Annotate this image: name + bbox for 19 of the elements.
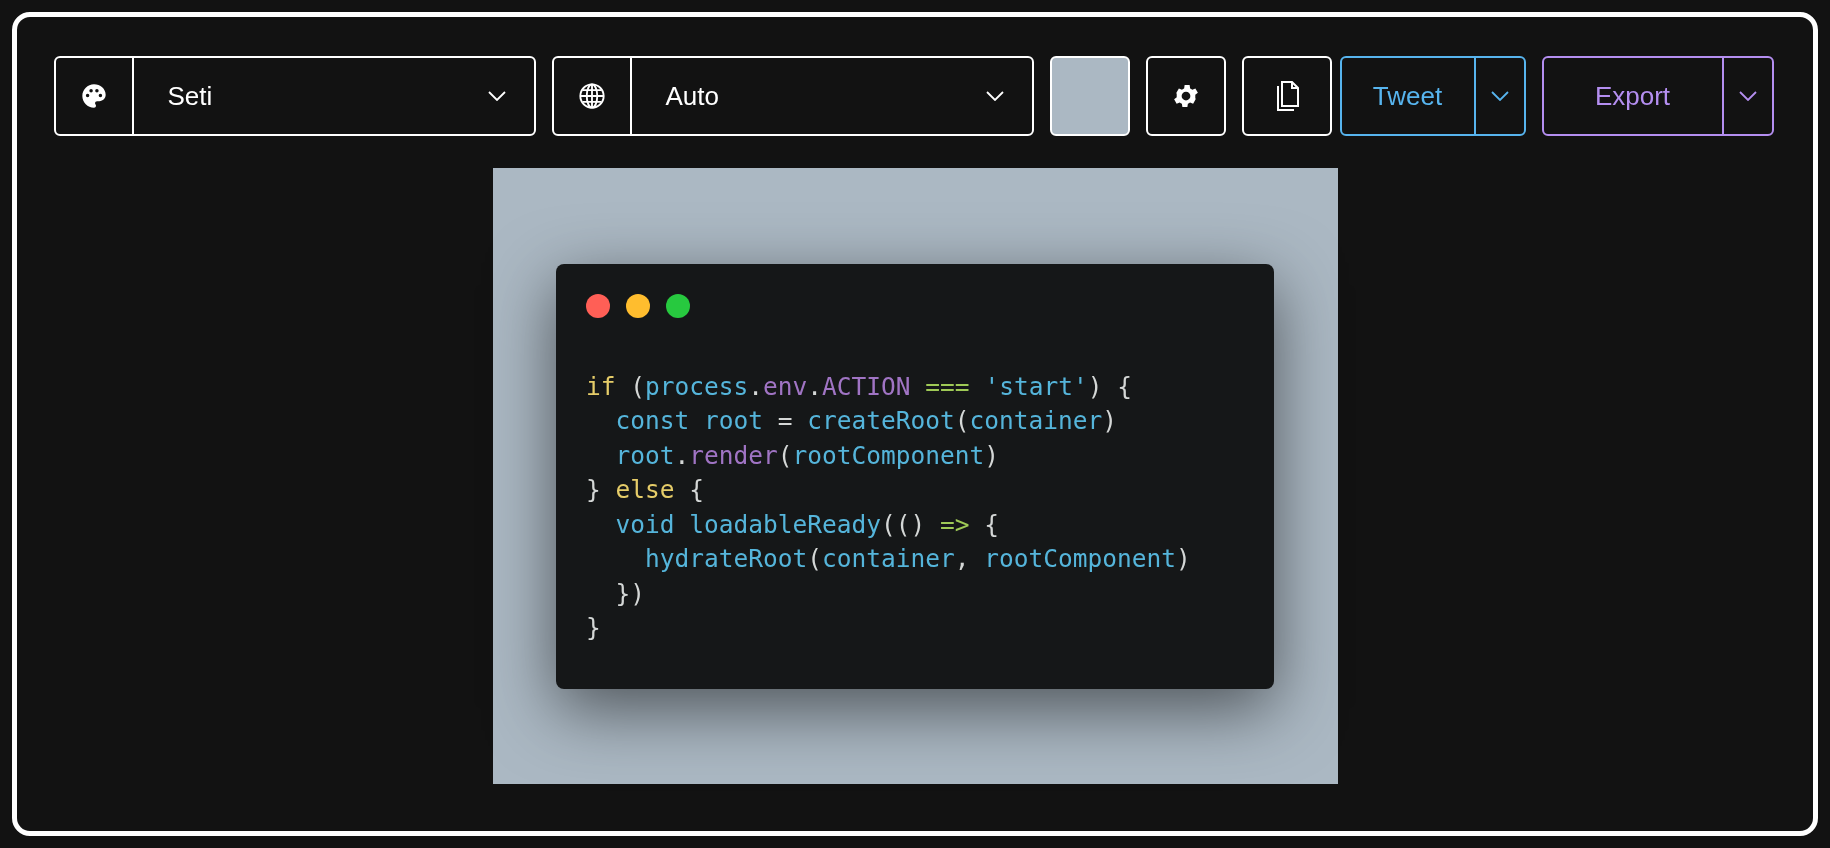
chevron-down-icon (487, 91, 506, 101)
code-line: root.render(rootComponent) (614, 439, 1000, 472)
theme-dropdown[interactable]: Seti (53, 56, 536, 136)
code-line: }) (614, 577, 645, 610)
language-dropdown[interactable]: Auto (551, 56, 1034, 136)
background-color-swatch[interactable] (1049, 56, 1130, 136)
chevron-down-icon (985, 91, 1004, 101)
code-line: } (586, 612, 601, 644)
settings-button[interactable] (1145, 56, 1226, 136)
code-line: if (process.env.ACTION === 'start') { (586, 370, 1132, 403)
chevron-down-icon (1490, 91, 1509, 101)
code-line: void loadableReady(() => { (614, 508, 1000, 541)
chevron-down-icon (1738, 91, 1757, 101)
copy-button[interactable] (1241, 56, 1332, 136)
globe-icon (577, 82, 606, 110)
code-line: } else { (586, 474, 705, 506)
palette-icon (79, 82, 108, 110)
code-line: const root = createRoot(container) (614, 405, 1118, 437)
code-line: hydrateRoot(container, rootComponent) (644, 543, 1191, 575)
